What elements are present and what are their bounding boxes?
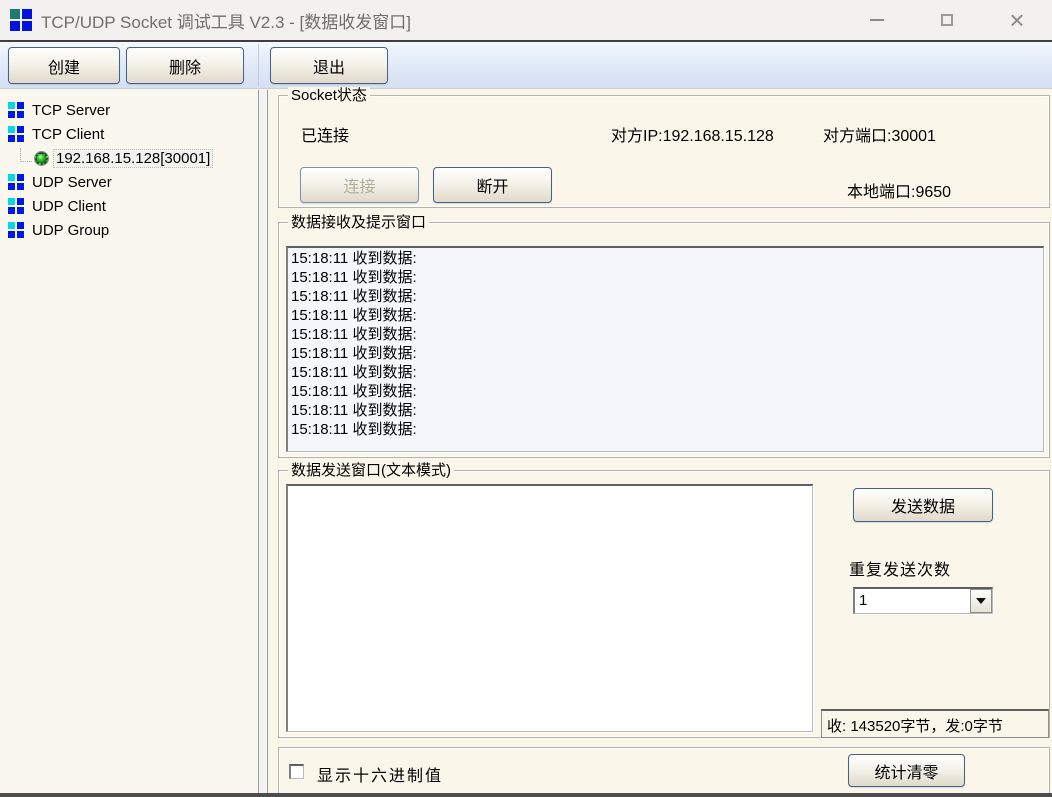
- tree-item-connection[interactable]: 192.168.15.128[30001]: [0, 146, 258, 170]
- socket-type-icon: [8, 222, 25, 239]
- combobox-dropdown-button[interactable]: [970, 589, 992, 613]
- tree-item-tcp-client[interactable]: TCP Client: [0, 122, 258, 146]
- toolbar: 创建 删除 退出: [0, 42, 1052, 89]
- repeat-count-combobox[interactable]: 1: [853, 587, 993, 614]
- send-group-title: 数据发送窗口(文本模式): [288, 462, 454, 479]
- tree-item-label: UDP Server: [32, 174, 112, 191]
- options-group: 显示十六进制值 统计清零: [278, 747, 1050, 797]
- close-button[interactable]: ×: [982, 0, 1052, 40]
- repeat-count-label: 重复发送次数: [849, 556, 951, 580]
- byte-counter-text: 收: 143520字节，发:0字节: [821, 709, 1049, 738]
- peer-ip-text: 对方IP:192.168.15.128: [611, 122, 774, 146]
- receive-group: 数据接收及提示窗口 15:18:11 收到数据: 15:18:11 收到数据: …: [278, 222, 1050, 458]
- toolbar-separator: [258, 44, 259, 86]
- disconnect-button[interactable]: 断开: [433, 167, 552, 203]
- socket-type-icon: [8, 102, 25, 119]
- send-group: 数据发送窗口(文本模式) 发送数据 重复发送次数 1 收: 143520字节，发…: [278, 470, 1050, 738]
- connect-button[interactable]: 连接: [300, 167, 419, 203]
- title-bar: TCP/UDP Socket 调试工具 V2.3 - [数据收发窗口] ×: [0, 0, 1052, 40]
- tree-item-tcp-server[interactable]: TCP Server: [0, 98, 258, 122]
- repeat-count-value: 1: [855, 589, 970, 613]
- maximize-icon: [941, 14, 953, 26]
- connection-status-text: 已连接: [301, 122, 349, 146]
- window-controls: ×: [842, 0, 1052, 40]
- tree-item-label: UDP Client: [32, 198, 106, 215]
- tree-elbow-line: [20, 148, 32, 162]
- window-bottom-edge: [0, 793, 1052, 797]
- maximize-button[interactable]: [912, 0, 982, 40]
- app-icon: [10, 9, 32, 31]
- minimize-icon: [870, 19, 884, 21]
- panel-splitter[interactable]: [258, 90, 268, 793]
- connection-tree: TCP Server TCP Client 192.168.15.128[300…: [0, 90, 258, 793]
- socket-type-icon: [8, 198, 25, 215]
- delete-button[interactable]: 删除: [126, 47, 244, 84]
- socket-type-icon: [8, 174, 25, 191]
- tree-item-label: UDP Group: [32, 222, 109, 239]
- close-icon: ×: [1009, 7, 1024, 33]
- socket-status-group: Socket状态 已连接 对方IP:192.168.15.128 对方端口:30…: [278, 95, 1050, 208]
- tree-item-label: TCP Client: [32, 126, 104, 143]
- window-title: TCP/UDP Socket 调试工具 V2.3 - [数据收发窗口]: [41, 8, 411, 33]
- receive-log[interactable]: 15:18:11 收到数据: 15:18:11 收到数据: 15:18:11 收…: [286, 246, 1044, 452]
- send-textarea[interactable]: [286, 484, 813, 732]
- data-exchange-panel: Socket状态 已连接 对方IP:192.168.15.128 对方端口:30…: [268, 90, 1052, 793]
- socket-type-icon: [8, 126, 25, 143]
- tree-item-udp-group[interactable]: UDP Group: [0, 218, 258, 242]
- peer-port-text: 对方端口:30001: [823, 122, 936, 146]
- exit-button[interactable]: 退出: [270, 47, 388, 84]
- clear-stats-button[interactable]: 统计清零: [848, 754, 965, 787]
- hex-display-label[interactable]: 显示十六进制值: [317, 762, 443, 786]
- minimize-button[interactable]: [842, 0, 912, 40]
- send-data-button[interactable]: 发送数据: [853, 488, 993, 522]
- local-port-text: 本地端口:9650: [847, 178, 951, 202]
- receive-group-title: 数据接收及提示窗口: [288, 214, 429, 231]
- connection-socket-icon: [35, 152, 48, 165]
- tree-item-udp-server[interactable]: UDP Server: [0, 170, 258, 194]
- tree-item-label-selected: 192.168.15.128[30001]: [54, 150, 212, 167]
- socket-status-group-title: Socket状态: [288, 87, 370, 104]
- tree-item-udp-client[interactable]: UDP Client: [0, 194, 258, 218]
- hex-display-checkbox[interactable]: [289, 764, 304, 779]
- chevron-down-icon: [976, 598, 986, 604]
- tree-item-label: TCP Server: [32, 102, 110, 119]
- create-button[interactable]: 创建: [8, 47, 120, 84]
